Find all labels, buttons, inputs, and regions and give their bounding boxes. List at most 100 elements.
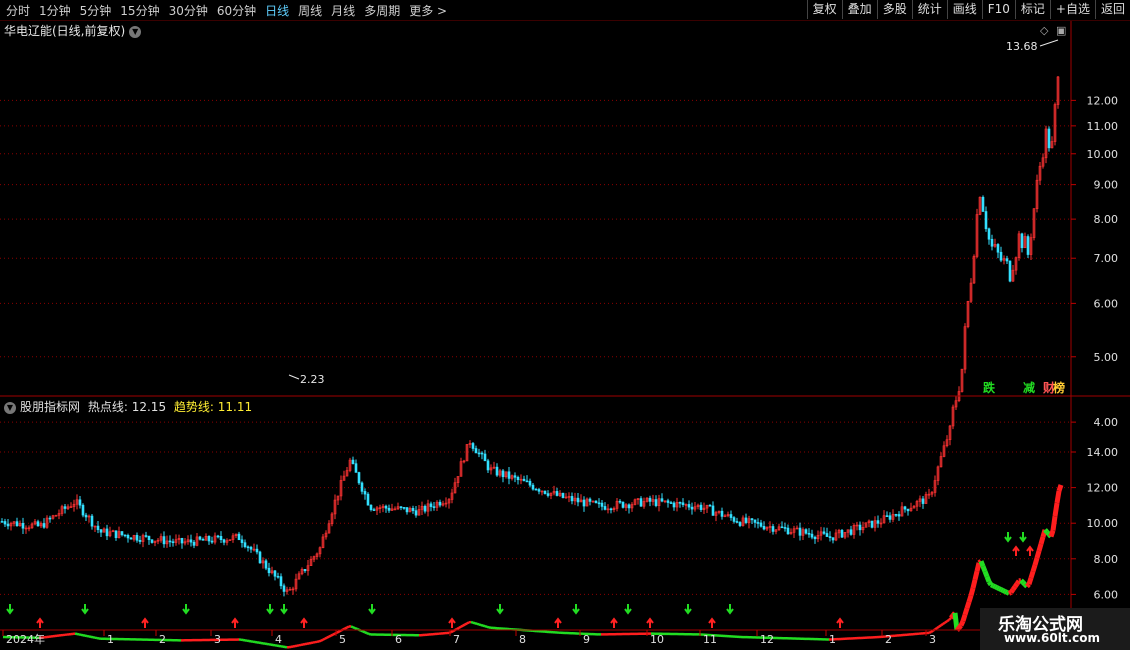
- action-button-3[interactable]: 统计: [911, 0, 947, 19]
- sell-arrow-icon: [182, 604, 190, 615]
- candle-body: [366, 493, 370, 506]
- stock-title-text: 华电辽能(日线,前复权): [4, 24, 126, 38]
- candle-body: [546, 493, 550, 496]
- candle-body: [903, 506, 907, 510]
- tab-7[interactable]: 周线: [298, 2, 322, 19]
- tab-5[interactable]: 60分钟: [217, 2, 256, 19]
- candle-body: [597, 502, 601, 505]
- tab-8[interactable]: 月线: [331, 2, 355, 19]
- trend-band-segment: [362, 630, 366, 634]
- xtick-label: 2024年: [6, 632, 45, 646]
- action-button-6[interactable]: 标记: [1014, 0, 1050, 19]
- main-candlestick-chart[interactable]: 13.682.23跌减财榜: [0, 39, 1065, 597]
- main-ytick-label: 5.00: [1094, 351, 1119, 364]
- trend-band-segment: [1028, 570, 1036, 579]
- trend-band-segment: [1036, 543, 1044, 552]
- period-tabs: 分时 1分钟 5分钟 15分钟 30分钟 60分钟 日线 周线 月线 多周期 更多 >: [6, 0, 456, 20]
- buy-arrow-icon: [231, 617, 239, 628]
- trend-band-segment: [478, 623, 482, 627]
- candle-body: [681, 502, 685, 505]
- indicator-header: ▼ 股朋指标网 热点线: 12.15 趋势线: 11.11: [4, 398, 252, 415]
- trend-band-segment: [482, 624, 486, 628]
- candle-body: [21, 523, 25, 529]
- event-marker[interactable]: 减: [1023, 380, 1035, 395]
- tab-3[interactable]: 15分钟: [120, 2, 159, 19]
- candle-body: [516, 477, 520, 481]
- indicator-name[interactable]: 股朋指标网: [20, 400, 80, 414]
- action-button-8[interactable]: 返回: [1094, 0, 1130, 19]
- ind-ytick-label: 10.00: [1087, 517, 1119, 530]
- trend-band-segment: [1056, 484, 1064, 492]
- buy-arrow-icon: [646, 617, 654, 628]
- grid-lines: [0, 99, 1071, 631]
- action-button-4[interactable]: 画线: [946, 0, 982, 19]
- trend-band-segment: [1043, 528, 1049, 534]
- stock-title[interactable]: 华电辽能(日线,前复权) ▼: [4, 22, 142, 39]
- xtick-label: 11: [703, 633, 717, 646]
- tab-0[interactable]: 分时: [6, 2, 30, 19]
- trend-band-segment: [1012, 582, 1020, 589]
- action-button-5[interactable]: F10: [981, 0, 1015, 19]
- xtick-label: 3: [214, 633, 221, 646]
- event-marker[interactable]: 跌: [983, 380, 996, 395]
- trend-band-segment: [946, 618, 950, 623]
- trend-band-segment: [968, 587, 976, 597]
- candle-body: [840, 529, 844, 538]
- tab-4[interactable]: 30分钟: [169, 2, 208, 19]
- action-button-2[interactable]: 多股: [876, 0, 912, 19]
- tab-10[interactable]: 更多 >: [409, 2, 447, 19]
- window-icon[interactable]: ▣: [1056, 24, 1066, 37]
- candle-body: [618, 500, 622, 503]
- trend-band-segment: [960, 613, 968, 622]
- candle-body: [522, 478, 526, 482]
- candle-body: [144, 535, 148, 537]
- trend-band-segment: [1010, 585, 1018, 591]
- candle-body: [363, 491, 367, 495]
- tab-2[interactable]: 5分钟: [80, 2, 112, 19]
- chart-canvas[interactable]: 13.682.23跌减财榜 12.0011.0010.009.008.007.0…: [0, 0, 1130, 650]
- chevron-down-icon[interactable]: ▼: [4, 401, 16, 414]
- candle-body: [627, 504, 631, 509]
- trend-band-segment: [938, 624, 942, 628]
- event-marker[interactable]: 榜: [1053, 380, 1065, 395]
- low-price-label: 2.23: [300, 373, 325, 386]
- buy-arrow-icon: [1026, 545, 1034, 556]
- sell-arrow-icon: [6, 604, 14, 615]
- xtick-label: 10: [650, 633, 664, 646]
- buy-arrow-icon: [300, 617, 308, 628]
- tab-9[interactable]: 多周期: [364, 2, 400, 19]
- candle-body: [120, 531, 124, 536]
- candle-body: [849, 529, 853, 535]
- chevron-down-icon[interactable]: ▼: [129, 25, 142, 38]
- candle-body: [759, 522, 763, 527]
- trend-line-label: 趋势线:: [173, 400, 214, 414]
- tab-1[interactable]: 1分钟: [39, 2, 71, 19]
- trend-band-segment: [328, 634, 332, 638]
- candle-body: [1047, 128, 1051, 149]
- action-button-0[interactable]: 复权: [806, 0, 842, 19]
- candle-body: [771, 526, 775, 532]
- action-button-7[interactable]: +自选: [1049, 0, 1095, 19]
- main-ytick-label: 10.00: [1087, 148, 1119, 161]
- xtick-label: 9: [583, 633, 590, 646]
- action-button-1[interactable]: 叠加: [841, 0, 877, 19]
- hot-line-label: 热点线:: [87, 400, 128, 414]
- candle-body: [267, 567, 271, 574]
- candle-body: [687, 504, 691, 508]
- candle-body: [123, 534, 127, 537]
- trend-band-segment: [957, 623, 963, 630]
- candle-body: [987, 228, 991, 240]
- trend-band-segment: [1008, 588, 1016, 594]
- candle-body: [282, 585, 286, 592]
- candle-body: [486, 460, 490, 471]
- trend-band-segment: [350, 625, 354, 629]
- diamond-icon[interactable]: ◇: [1040, 24, 1048, 37]
- trend-band-segment: [949, 613, 955, 620]
- candle-body: [621, 501, 625, 508]
- tab-6[interactable]: 日线: [265, 2, 289, 19]
- trend-band-segment: [991, 583, 997, 589]
- trend-band-segment: [964, 601, 972, 610]
- candle-body: [738, 522, 742, 526]
- xtick-label: 7: [453, 633, 460, 646]
- candle-body: [828, 536, 832, 538]
